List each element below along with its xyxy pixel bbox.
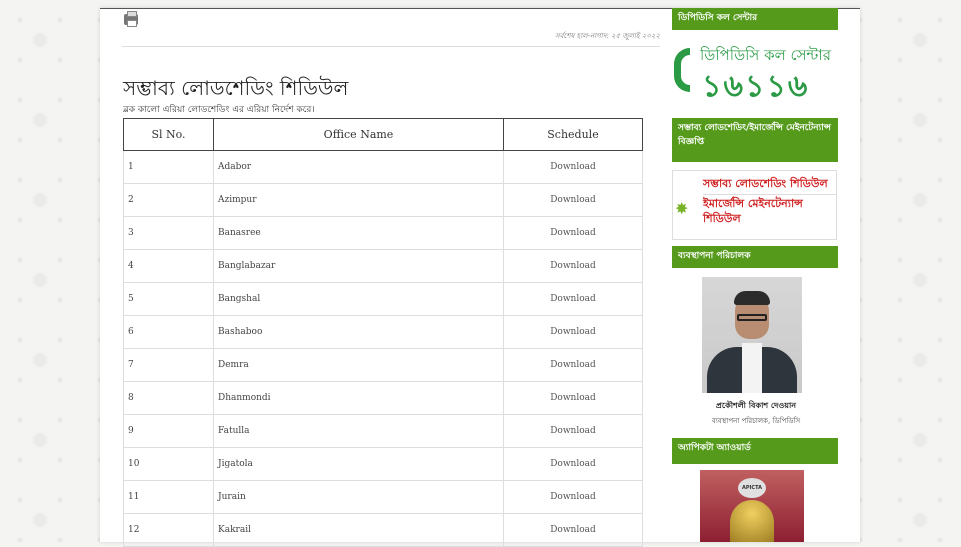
download-link[interactable]: Download xyxy=(503,249,643,283)
notice-divider xyxy=(703,194,836,195)
main-content: সর্বশেষ হাল-নাগাদ: ২৫ জুলাই ২০২২ সম্ভাব্… xyxy=(112,8,660,547)
callcenter-widget-title: ডিপিডিসি কল সেন্টার xyxy=(672,8,838,30)
last-update-text: সর্বশেষ হাল-নাগাদ: ২৫ জুলাই ২০২২ xyxy=(555,32,660,40)
schedule-table: Sl No. Office Name Schedule 1 Adabor Downl… xyxy=(123,118,643,547)
cell-office-name: Banglabazar xyxy=(213,249,504,283)
callcenter-banner[interactable]: ডিপিডিসি কল সেন্টার ১৬১১৬ xyxy=(672,42,840,104)
table-header-row: Sl No. Office Name Schedule xyxy=(123,118,643,151)
table-body: 1 Adabor Download 2 Azimpur Download 3 Banasree… xyxy=(123,150,643,547)
cell-office-name: Fatulla xyxy=(213,414,504,448)
loadshedding-schedule-link[interactable]: সম্ভাব্য লোডশেডিং শিডিউল xyxy=(703,175,828,194)
download-link[interactable]: Download xyxy=(503,315,643,349)
page-container: সর্বশেষ হাল-নাগাদ: ২৫ জুলাই ২০২২ সম্ভাব্… xyxy=(100,8,860,547)
print-icon[interactable] xyxy=(124,11,138,27)
cell-sl-no: 10 xyxy=(123,447,214,481)
cell-office-name: Banasree xyxy=(213,216,504,250)
award-badge: APICTA xyxy=(738,478,766,498)
download-link[interactable]: Download xyxy=(503,447,643,481)
cell-sl-no: 2 xyxy=(123,183,214,217)
table-row: 7 Demra Download xyxy=(123,348,643,382)
download-link[interactable]: Download xyxy=(503,150,643,184)
download-link[interactable]: Download xyxy=(503,348,643,382)
header-schedule: Schedule xyxy=(503,118,643,151)
table-row: 1 Adabor Download xyxy=(123,150,643,184)
cell-sl-no: 11 xyxy=(123,480,214,514)
cell-sl-no: 6 xyxy=(123,315,214,349)
page-subtitle: ব্লক কালো এরিয়া লোডশেডিং এর এরিয়া নির্… xyxy=(123,105,315,115)
sidebar: ডিপিডিসি কল সেন্টার ডিপিডিসি কল সেন্টার … xyxy=(672,8,840,542)
cell-sl-no: 9 xyxy=(123,414,214,448)
award-image[interactable]: APICTA xyxy=(700,470,804,542)
cell-office-name: Dhanmondi xyxy=(213,381,504,415)
cell-sl-no: 3 xyxy=(123,216,214,250)
trophy-icon xyxy=(730,500,774,542)
table-row: 8 Dhanmondi Download xyxy=(123,381,643,415)
download-link[interactable]: Download xyxy=(503,381,643,415)
download-link[interactable]: Download xyxy=(503,414,643,448)
cell-office-name: Jigatola xyxy=(213,447,504,481)
table-row: 11 Jurain Download xyxy=(123,480,643,514)
table-row: 9 Fatulla Download xyxy=(123,414,643,448)
md-photo xyxy=(702,277,802,393)
download-link[interactable]: Download xyxy=(503,480,643,514)
header-office-name: Office Name xyxy=(213,118,504,151)
notice-widget-title: সম্ভাব্য লোডশেডিং/ইমার্জেন্সি মেইনটেন্যা… xyxy=(672,118,838,162)
table-row: 3 Banasree Download xyxy=(123,216,643,250)
table-row: 4 Banglabazar Download xyxy=(123,249,643,283)
md-name: প্রকৌশলী বিকাশ দেওয়ান xyxy=(715,401,797,410)
cell-office-name: Azimpur xyxy=(213,183,504,217)
md-widget-title: ব্যবস্থাপনা পরিচালক xyxy=(672,246,838,268)
phone-icon xyxy=(674,48,690,92)
cell-sl-no: 5 xyxy=(123,282,214,316)
table-row: 10 Jigatola Download xyxy=(123,447,643,481)
cell-office-name: Jurain xyxy=(213,480,504,514)
divider xyxy=(122,46,660,47)
header-sl-no: Sl No. xyxy=(123,118,214,151)
award-widget-title: অ্যাপিকটা অ্যাওয়ার্ড xyxy=(672,438,838,464)
download-link[interactable]: Download xyxy=(503,216,643,250)
emergency-maintenance-link[interactable]: ইমার্জেন্সি মেইনটেন্যান্স শিডিউল xyxy=(703,197,833,227)
cell-office-name: Bangshal xyxy=(213,282,504,316)
cell-sl-no: 4 xyxy=(123,249,214,283)
cell-office-name: Adabor xyxy=(213,150,504,184)
download-link[interactable]: Download xyxy=(503,282,643,316)
callcenter-number: ১৬১১৬ xyxy=(702,69,810,104)
cell-sl-no: 1 xyxy=(123,150,214,184)
download-link[interactable]: Download xyxy=(503,183,643,217)
table-row: 5 Bangshal Download xyxy=(123,282,643,316)
new-badge-icon: ✸ xyxy=(675,199,689,218)
md-role: ব্যবস্থাপনা পরিচালক, ডিপিডিসি xyxy=(711,417,801,425)
table-row: 2 Azimpur Download xyxy=(123,183,643,217)
cell-office-name: Bashaboo xyxy=(213,315,504,349)
cell-sl-no: 8 xyxy=(123,381,214,415)
table-row: 6 Bashaboo Download xyxy=(123,315,643,349)
cell-office-name: Demra xyxy=(213,348,504,382)
cell-sl-no: 7 xyxy=(123,348,214,382)
notice-box: ✸ সম্ভাব্য লোডশেডিং শিডিউল ইমার্জেন্সি ম… xyxy=(672,170,837,240)
